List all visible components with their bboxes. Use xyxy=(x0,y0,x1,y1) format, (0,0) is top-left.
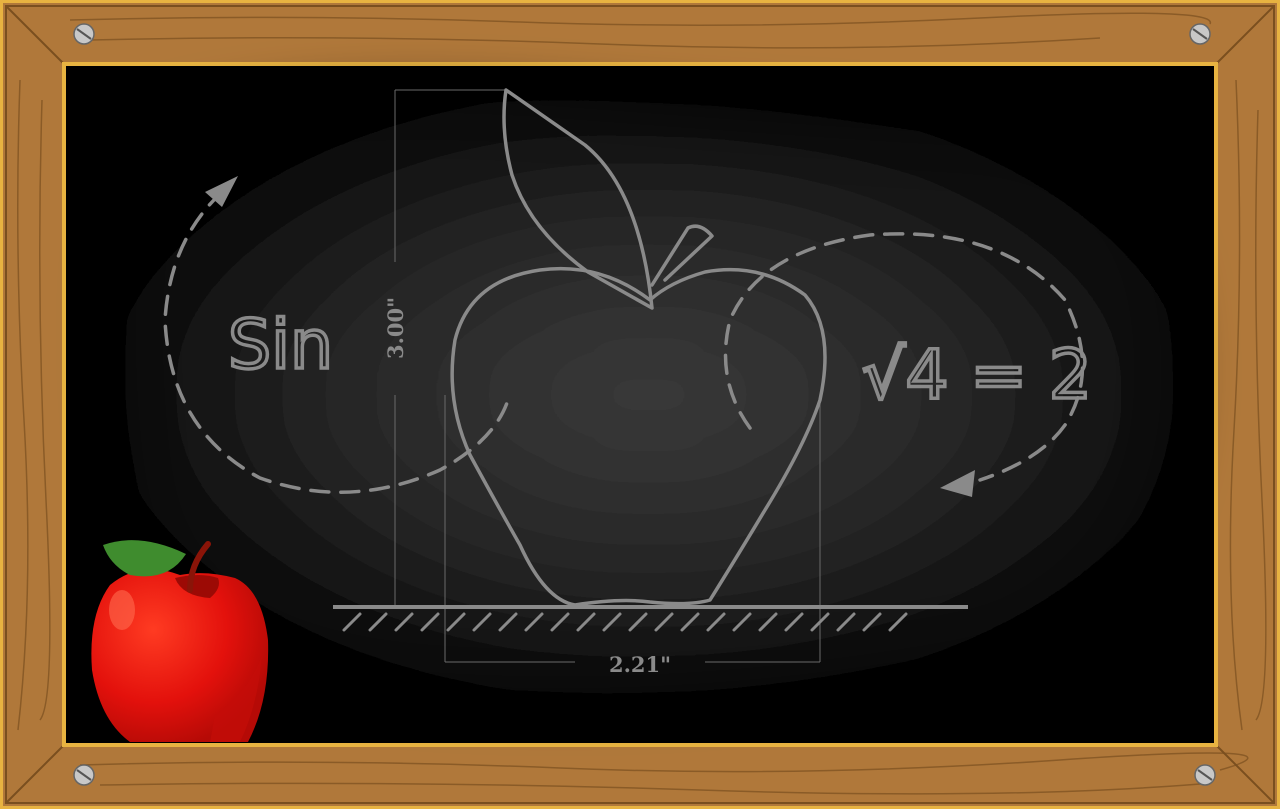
width-dimension-label: 2.21" xyxy=(609,652,671,677)
screw-icon xyxy=(1189,23,1211,45)
chalk-equation-text: √4 = 2 xyxy=(862,336,1092,415)
height-dimension-label: 3.00" xyxy=(383,297,408,359)
chalkboard-illustration: 3.00" 2.21" Sin √4 = 2 xyxy=(0,0,1280,809)
screw-icon xyxy=(1194,764,1216,786)
screw-icon xyxy=(73,23,95,45)
screw-icon xyxy=(73,764,95,786)
chalk-sin-text: Sin xyxy=(228,306,333,385)
